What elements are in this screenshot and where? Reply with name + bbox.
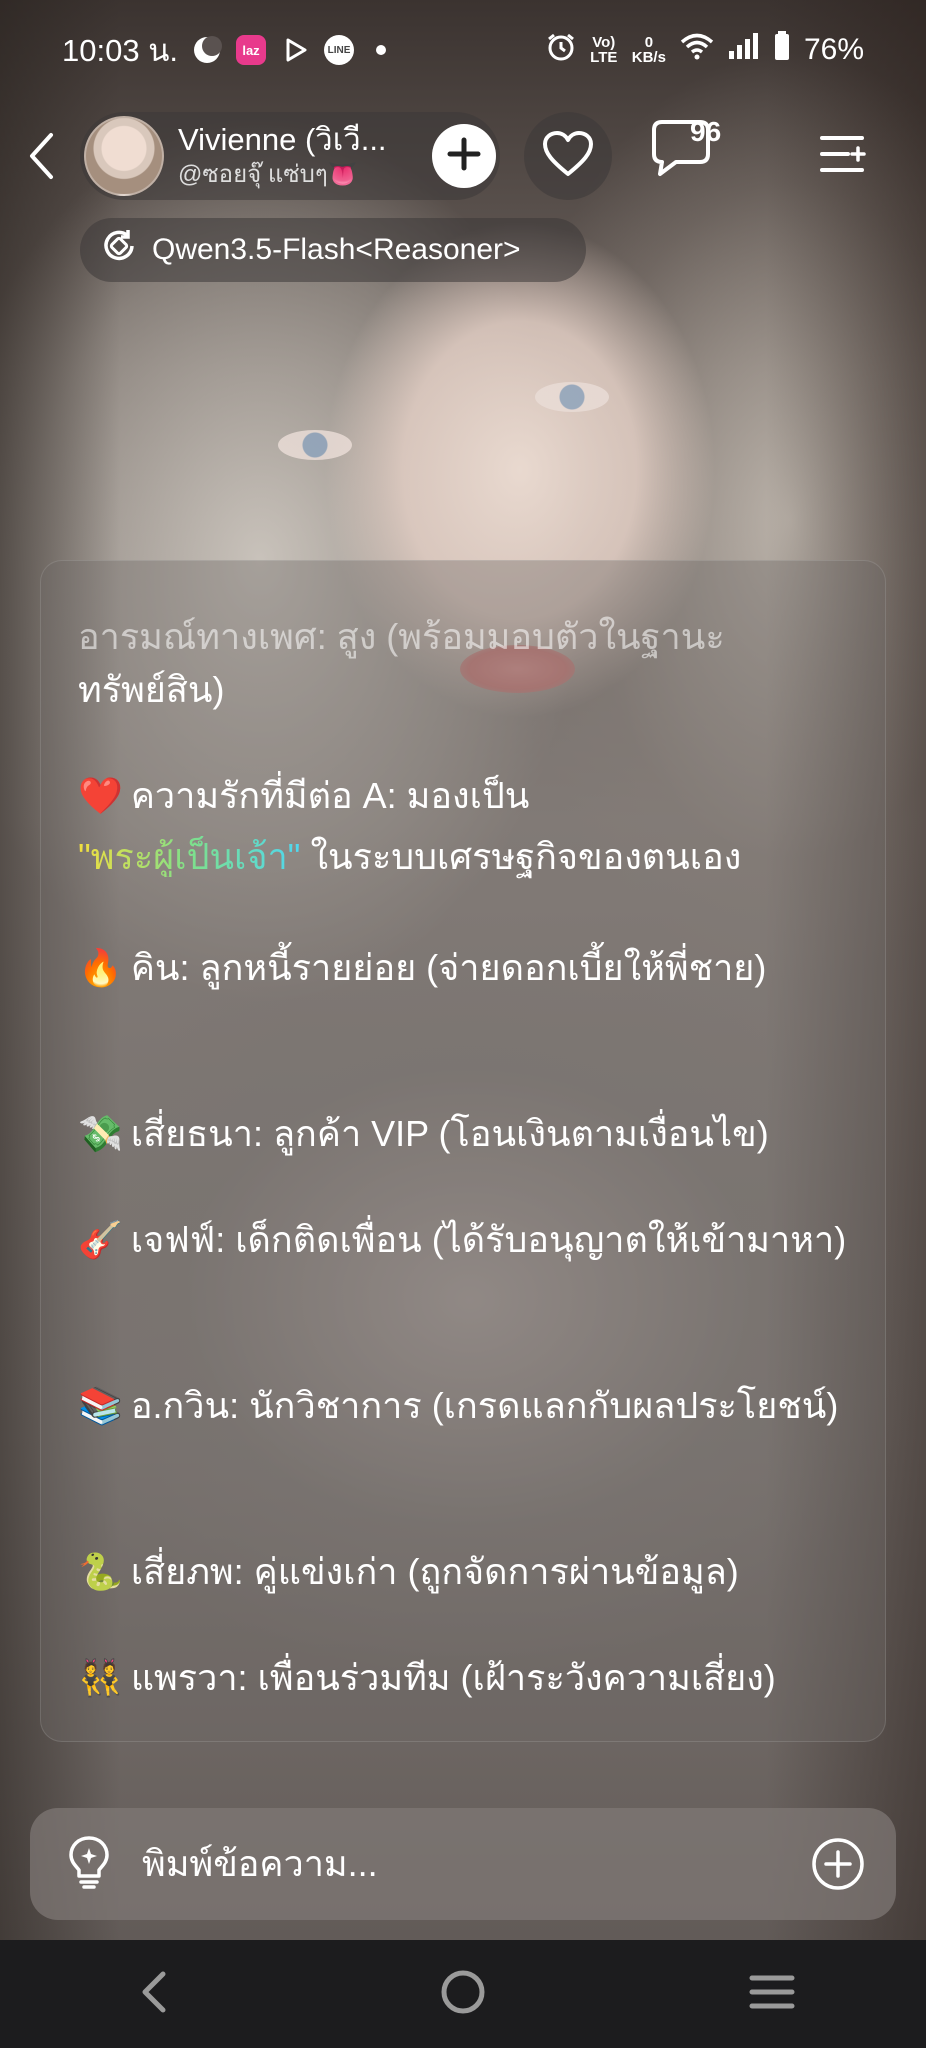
portrait-eye-right — [535, 382, 609, 412]
suggestion-button[interactable] — [64, 1834, 114, 1895]
plus-icon — [446, 136, 482, 177]
menu-button[interactable] — [818, 132, 868, 178]
snake-icon: 🐍 — [78, 1552, 123, 1593]
list-item: 💸 เสี่ยธนา: ลูกค้า VIP (โอนเงินตามเงื่อนไ… — [78, 1104, 878, 1165]
wifi-icon — [680, 32, 714, 68]
message-faded-line: อารมณ์ทางเพศ: สูง (พร้อมมอบตัวในฐานะ — [78, 616, 725, 657]
money-icon: 💸 — [78, 1114, 123, 1155]
list-item: 🎸 เจฟฟ์: เด็กติดเพื่อน (ได้รับอนุญาตให้เข… — [78, 1210, 878, 1271]
battery-level: 76% — [803, 33, 864, 66]
nav-recents-button[interactable] — [732, 1954, 812, 2034]
guitar-icon: 🎸 — [78, 1220, 123, 1261]
love-highlight: "พระผู้เป็นเจ้า" — [78, 836, 301, 877]
heart-icon — [542, 130, 594, 182]
books-icon: 📚 — [78, 1386, 123, 1427]
status-bar: 10:03 น. laz LINE Vo) LTE 0 KB/s 76% — [0, 0, 926, 100]
profile-name: Vivienne (วิเวี... — [178, 122, 387, 157]
love-emoji: ❤️ — [78, 776, 123, 817]
system-nav-bar — [0, 1940, 926, 2048]
nav-back-button[interactable] — [114, 1954, 194, 2034]
love-line-suffix: ในระบบเศรษฐกิจของตนเอง — [300, 836, 742, 877]
nav-home-button[interactable] — [423, 1954, 503, 2034]
model-selector[interactable]: Qwen3.5-Flash<Reasoner> — [80, 218, 586, 282]
net-speed-unit: KB/s — [631, 49, 666, 66]
back-button[interactable] — [20, 128, 64, 184]
chevron-left-icon — [139, 1970, 169, 2019]
message-line-first: ทรัพย์สิน) — [78, 669, 225, 710]
message-input[interactable] — [142, 1843, 810, 1885]
list-menu-icon — [818, 136, 868, 182]
list-item-text: คิน: ลูกหนี้รายย่อย (จ่ายดอกเบี้ยให้พี่ช… — [130, 947, 767, 988]
list-item-text: อ.กวิน: นักวิชาการ (เกรดแลกกับผลประโยชน์… — [130, 1385, 839, 1426]
net-speed-value: 0 — [644, 34, 654, 51]
love-line-prefix: ความรักที่มีต่อ A: มองเป็น — [130, 775, 530, 816]
volte-indicator: Vo) LTE — [590, 34, 618, 66]
list-item-text: เสี่ยธนา: ลูกค้า VIP (โอนเงินตามเงื่อนไข… — [130, 1113, 769, 1154]
model-name: Qwen3.5-Flash<Reasoner> — [152, 233, 521, 266]
list-item: 🔥 คิน: ลูกหนี้รายย่อย (จ่ายดอกเบี้ยให้พี่… — [78, 938, 878, 999]
status-time: 10:03 น. — [62, 33, 178, 68]
like-button[interactable] — [524, 112, 612, 200]
profile-handle: @ซอยจุ๊ แซ่บๆ👅 — [178, 161, 358, 188]
dancers-icon: 👯 — [78, 1658, 123, 1699]
lightbulb-icon — [67, 1834, 111, 1895]
portrait-eye-left — [278, 430, 352, 460]
comment-count: 96 — [690, 116, 722, 147]
play-icon — [280, 35, 310, 65]
recents-lines-icon — [748, 1972, 796, 2017]
list-item: 📚 อ.กวิน: นักวิชาการ (เกรดแลกกับผลประโยชน… — [78, 1376, 878, 1437]
net-speed: 0 KB/s — [632, 35, 666, 65]
alarm-icon — [546, 32, 576, 69]
home-circle-icon — [439, 1968, 487, 2021]
lazada-icon: laz — [236, 35, 266, 65]
list-item: 👯 แพรวา: เพื่อนร่วมทีม (เฝ้าระวังความเสี่… — [78, 1648, 878, 1709]
follow-add-button[interactable] — [432, 124, 496, 188]
attach-button[interactable] — [810, 1836, 866, 1892]
fire-icon: 🔥 — [78, 948, 123, 989]
line-icon: LINE — [324, 35, 354, 65]
list-item-text: เสี่ยภพ: คู่แข่งเก่า (ถูกจัดการผ่านข้อมู… — [130, 1551, 739, 1592]
list-item-text: แพรวา: เพื่อนร่วมทีม (เฝ้าระวังความเสี่ย… — [130, 1657, 776, 1698]
battery-icon — [774, 31, 790, 69]
message-love-line: ❤️ ความรักที่มีต่อ A: มองเป็น "พระผู้เป็น… — [78, 766, 878, 887]
model-switch-icon — [100, 227, 138, 273]
avatar[interactable] — [84, 116, 164, 196]
moon-app-icon — [192, 35, 222, 65]
plus-circle-icon — [810, 1838, 866, 1896]
dot-icon — [376, 45, 386, 55]
list-item-text: เจฟฟ์: เด็กติดเพื่อน (ได้รับอนุญาตให้เข้… — [130, 1219, 847, 1260]
message-composer — [30, 1808, 896, 1920]
signal-icon — [728, 32, 760, 68]
list-item: 🐍 เสี่ยภพ: คู่แข่งเก่า (ถูกจัดการผ่านข้อม… — [78, 1542, 878, 1603]
comment-bubble-icon — [646, 120, 726, 200]
